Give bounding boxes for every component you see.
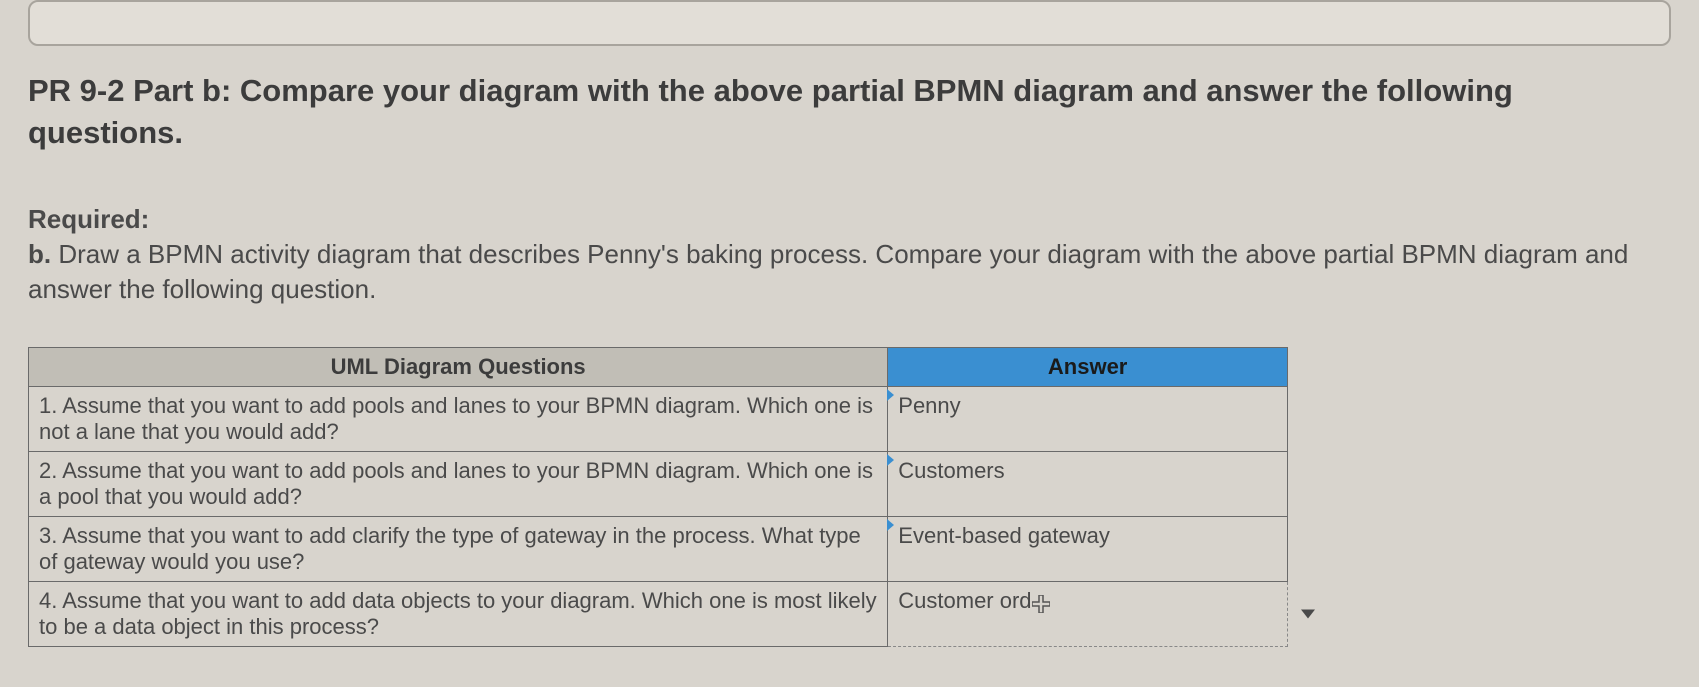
answer-cell[interactable]: Customers — [888, 451, 1288, 516]
table-row: 4. Assume that you want to add data obje… — [29, 581, 1288, 646]
plus-icon[interactable] — [1032, 593, 1050, 611]
questions-table: UML Diagram Questions Answer 1. Assume t… — [28, 347, 1288, 647]
answer-cell[interactable]: Event-based gateway — [888, 516, 1288, 581]
table-row: 2. Assume that you want to add pools and… — [29, 451, 1288, 516]
page-title: PR 9-2 Part b: Compare your diagram with… — [28, 70, 1671, 154]
answer-text: Event-based gateway — [898, 523, 1110, 548]
answer-text: Penny — [898, 393, 960, 418]
table-row: 1. Assume that you want to add pools and… — [29, 386, 1288, 451]
header-questions: UML Diagram Questions — [29, 347, 888, 386]
table-row: 3. Assume that you want to add clarify t… — [29, 516, 1288, 581]
question-cell: 2. Assume that you want to add pools and… — [29, 451, 888, 516]
table-header-row: UML Diagram Questions Answer — [29, 347, 1288, 386]
answer-text: Customer ord — [898, 588, 1031, 613]
dropdown-caret-icon[interactable] — [1301, 609, 1315, 618]
required-label: Required: — [28, 202, 1671, 237]
question-cell: 4. Assume that you want to add data obje… — [29, 581, 888, 646]
triangle-marker-icon — [887, 454, 894, 466]
question-cell: 3. Assume that you want to add clarify t… — [29, 516, 888, 581]
answer-cell[interactable]: Penny — [888, 386, 1288, 451]
answer-cell-editable[interactable]: Customer ord — [888, 581, 1288, 646]
answer-text: Customers — [898, 458, 1004, 483]
triangle-marker-icon — [887, 519, 894, 531]
header-answer: Answer — [888, 347, 1288, 386]
required-block: Required: b. Draw a BPMN activity diagra… — [28, 202, 1671, 307]
required-text: Draw a BPMN activity diagram that descri… — [28, 239, 1628, 304]
part-b-label: b. — [28, 239, 51, 269]
question-cell: 1. Assume that you want to add pools and… — [29, 386, 888, 451]
empty-input-box — [28, 0, 1671, 46]
triangle-marker-icon — [887, 389, 894, 401]
